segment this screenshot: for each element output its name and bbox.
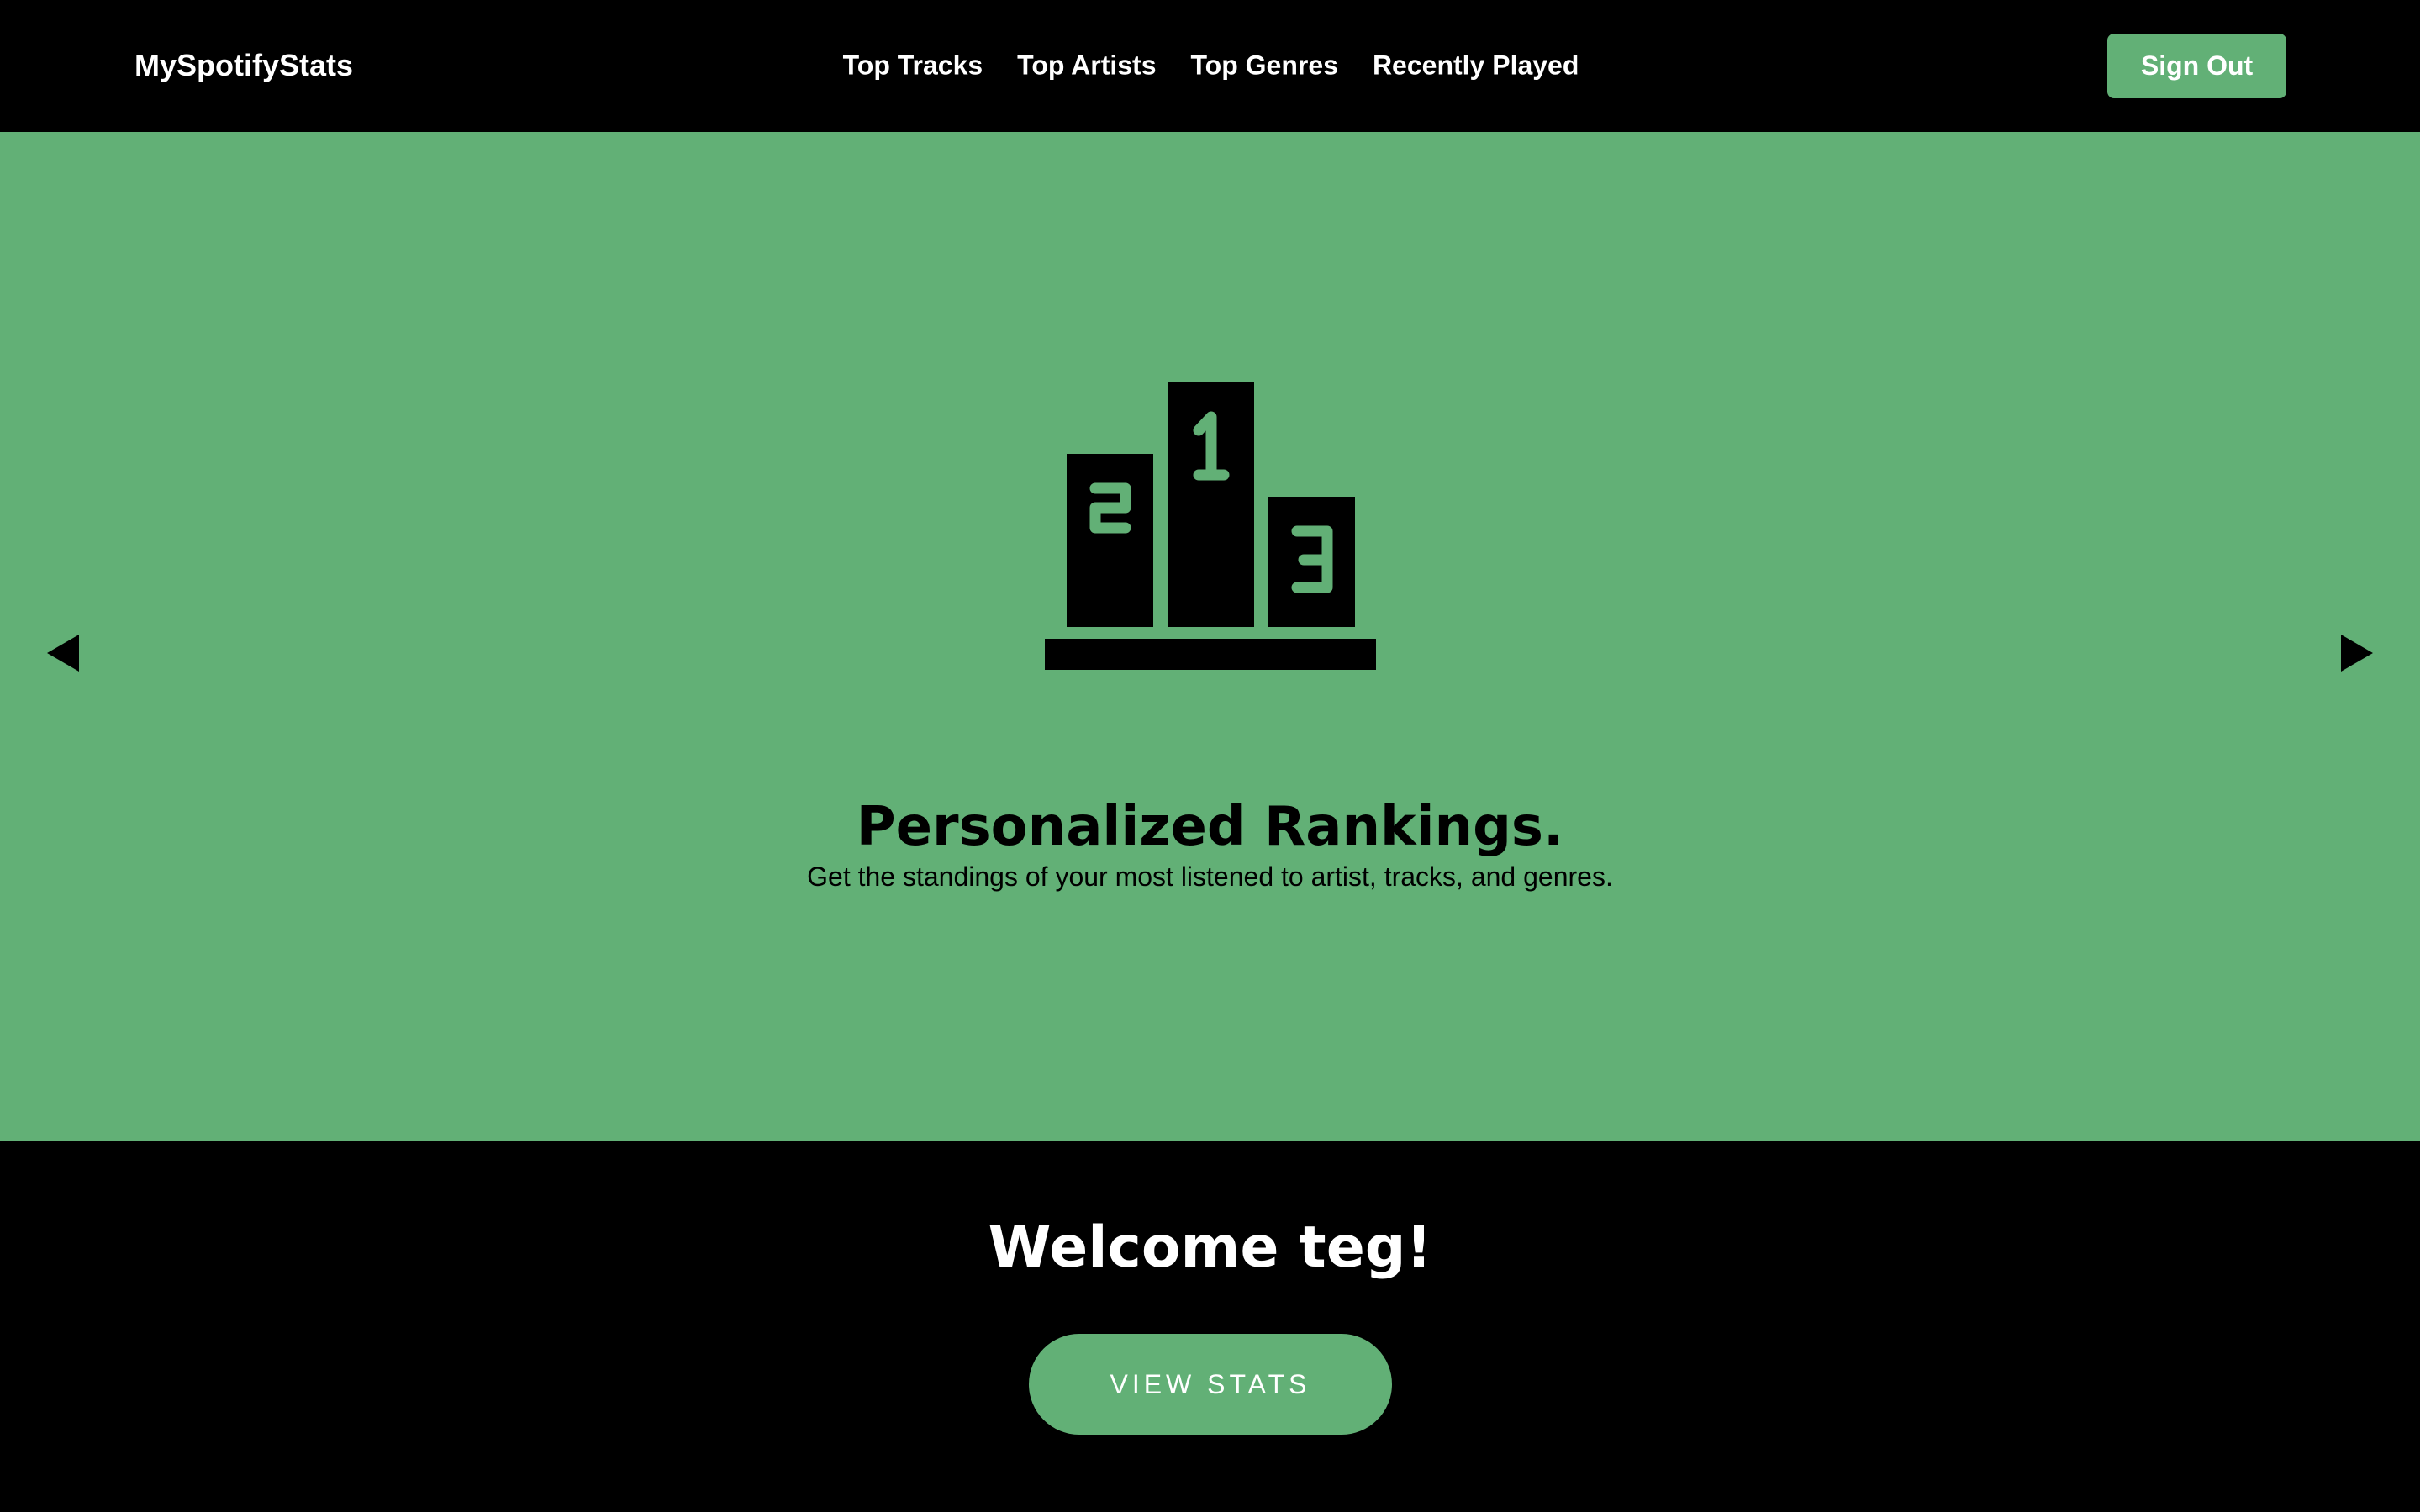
hero-title: Personalized Rankings. xyxy=(856,796,1564,858)
nav-link-top-tracks[interactable]: Top Tracks xyxy=(843,50,983,82)
welcome-section: Welcome teg! VIEW STATS xyxy=(0,1141,2420,1512)
nav-link-recently-played[interactable]: Recently Played xyxy=(1373,50,1579,82)
nav-links: Top Tracks Top Artists Top Genres Recent… xyxy=(0,50,2420,82)
navbar: MySpotifyStats Top Tracks Top Artists To… xyxy=(0,0,2420,132)
nav-link-top-genres[interactable]: Top Genres xyxy=(1191,50,1338,82)
view-stats-button[interactable]: VIEW STATS xyxy=(1029,1334,1392,1435)
podium-icon xyxy=(1045,382,1376,670)
sign-out-button[interactable]: Sign Out xyxy=(2107,34,2286,98)
hero-carousel: Personalized Rankings. Get the standings… xyxy=(0,132,2420,1141)
nav-link-top-artists[interactable]: Top Artists xyxy=(1017,50,1156,82)
arrow-left-icon[interactable] xyxy=(47,635,79,672)
hero-subtitle: Get the standings of your most listened … xyxy=(807,861,1613,892)
welcome-title: Welcome teg! xyxy=(988,1214,1432,1281)
arrow-right-icon[interactable] xyxy=(2341,635,2373,672)
